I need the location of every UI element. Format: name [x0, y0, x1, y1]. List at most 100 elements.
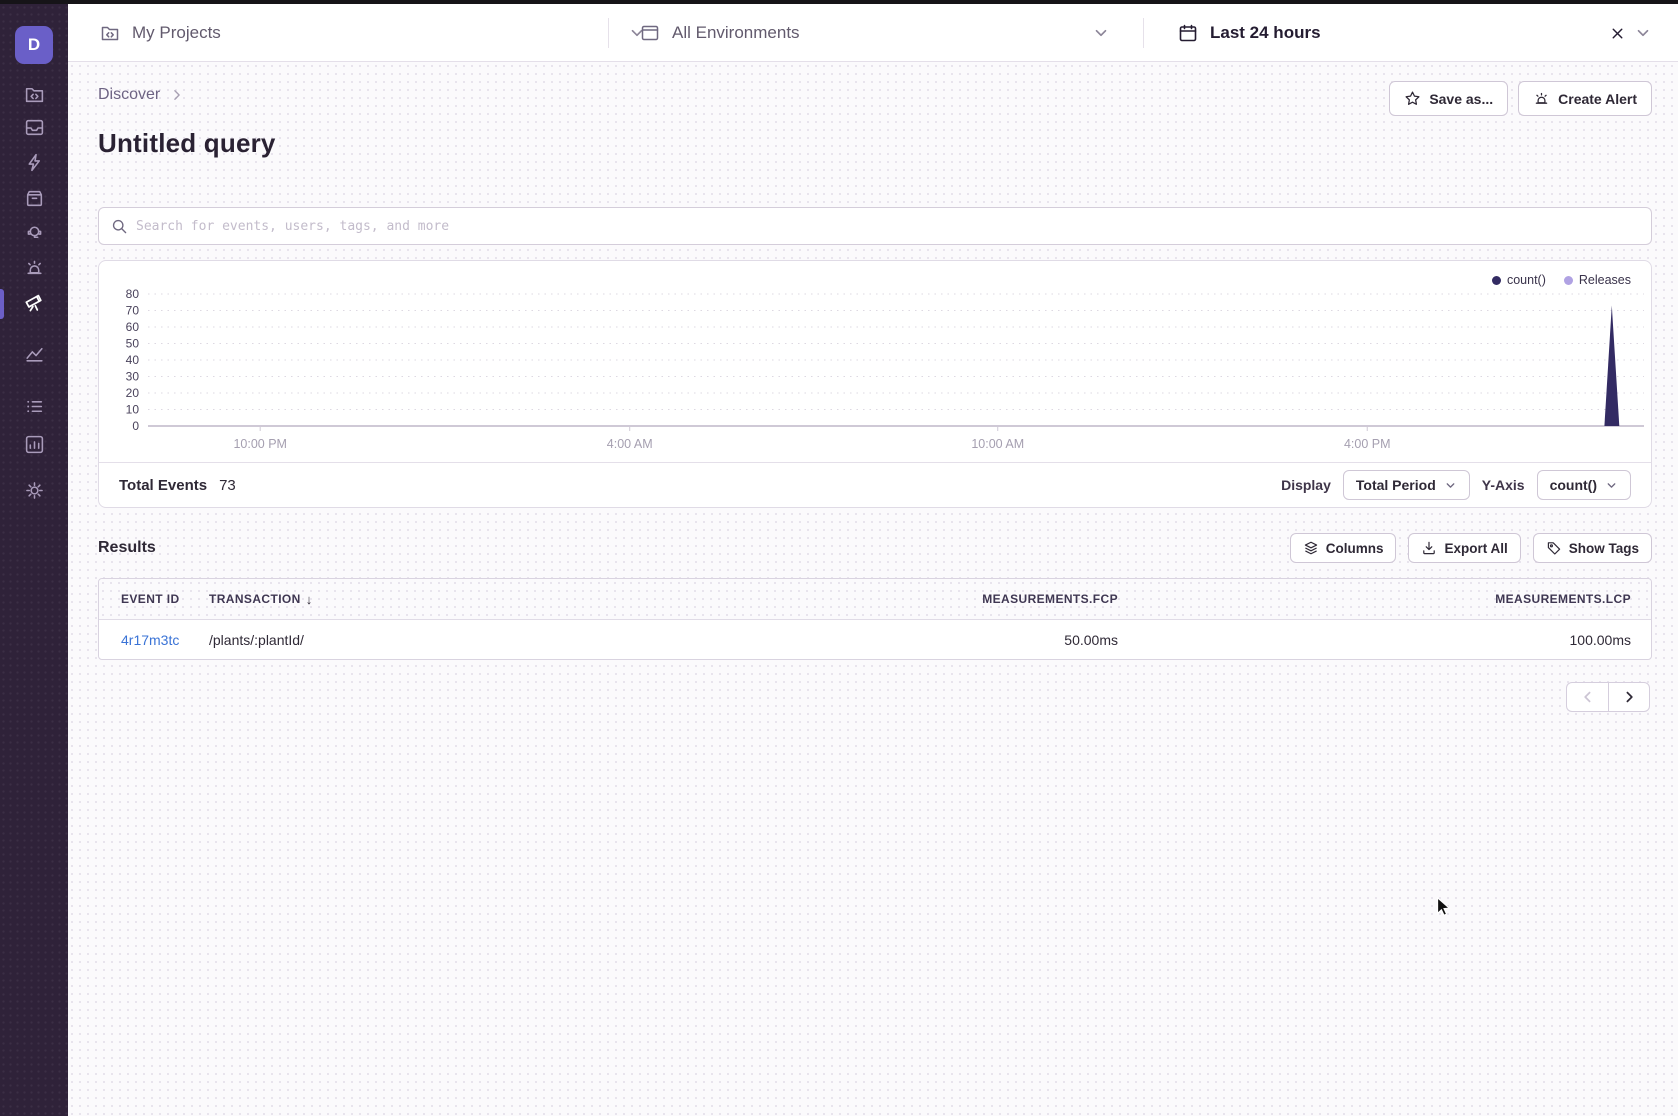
sidebar-item-discover[interactable] — [0, 287, 68, 321]
sidebar-item-settings[interactable] — [0, 476, 68, 510]
chevron-down-icon[interactable] — [1634, 24, 1652, 42]
environment-selector-label: All Environments — [672, 23, 800, 43]
search-input[interactable] — [136, 219, 1639, 234]
show-tags-button[interactable]: Show Tags — [1533, 533, 1652, 563]
fcp-cell: 50.00ms — [625, 620, 1138, 659]
sidebar: D — [0, 4, 68, 1116]
columns-button[interactable]: Columns — [1290, 533, 1397, 563]
event-id-cell: 4r17m3tc — [99, 620, 195, 659]
svg-text:70: 70 — [126, 304, 140, 318]
svg-text:0: 0 — [132, 419, 139, 433]
user-feedback-icon — [24, 222, 45, 248]
total-events-label: Total Events — [119, 477, 207, 494]
save-as-button[interactable]: Save as... — [1389, 81, 1508, 116]
environment-selector[interactable]: All Environments — [640, 4, 1110, 62]
projects-icon — [100, 23, 120, 43]
save-as-label: Save as... — [1429, 91, 1493, 107]
breadcrumb-discover-link[interactable]: Discover — [98, 86, 160, 104]
columns-label: Columns — [1326, 541, 1384, 556]
sidebar-item-performance[interactable] — [0, 148, 68, 182]
date-range-selector[interactable]: Last 24 hours — [1178, 4, 1652, 62]
chevron-down-icon — [1444, 479, 1457, 492]
project-selector-label: My Projects — [132, 23, 221, 43]
issues-icon — [24, 117, 45, 143]
column-header-transaction[interactable]: TRANSACTION↓ — [195, 579, 625, 619]
svg-text:10:00 AM: 10:00 AM — [971, 437, 1024, 451]
siren-icon — [24, 257, 45, 283]
package-icon — [24, 188, 45, 214]
breadcrumb: Discover — [98, 86, 184, 104]
active-indicator — [0, 289, 4, 319]
star-icon — [1404, 90, 1421, 107]
total-events-value: 73 — [219, 477, 236, 494]
create-alert-button[interactable]: Create Alert — [1518, 81, 1652, 116]
svg-text:50: 50 — [126, 337, 140, 351]
svg-text:80: 80 — [126, 287, 140, 301]
project-selector[interactable]: My Projects — [100, 4, 646, 62]
tag-icon — [1546, 540, 1562, 556]
column-header-measurements-fcp[interactable]: MEASUREMENTS.FCP — [625, 579, 1138, 619]
search-icon — [111, 218, 128, 235]
divider — [608, 18, 609, 48]
transaction-cell: /plants/:plantId/ — [195, 620, 625, 659]
sidebar-item-stats[interactable] — [0, 430, 68, 464]
header-actions: Save as... Create Alert — [1389, 81, 1652, 116]
display-label: Display — [1281, 477, 1331, 493]
pagination — [1566, 682, 1650, 712]
lcp-cell: 100.00ms — [1138, 620, 1651, 659]
table-row: 4r17m3tc /plants/:plantId/ 50.00ms 100.0… — [99, 620, 1651, 659]
display-select[interactable]: Total Period — [1343, 470, 1470, 500]
event-id-link[interactable]: 4r17m3tc — [121, 632, 179, 648]
svg-text:30: 30 — [126, 370, 140, 384]
column-header-measurements-lcp[interactable]: MEASUREMENTS.LCP — [1138, 579, 1651, 619]
gear-icon — [24, 480, 45, 506]
window-top-strip — [0, 0, 1678, 4]
download-icon — [1421, 540, 1437, 556]
yaxis-label: Y-Axis — [1482, 477, 1525, 493]
create-alert-label: Create Alert — [1558, 91, 1637, 107]
divider — [1143, 18, 1144, 48]
sidebar-item-queue[interactable] — [0, 392, 68, 426]
sidebar-item-projects[interactable] — [0, 80, 68, 114]
show-tags-label: Show Tags — [1569, 541, 1639, 556]
svg-text:60: 60 — [126, 320, 140, 334]
list-icon — [24, 396, 45, 422]
layers-icon — [1303, 540, 1319, 556]
org-avatar[interactable]: D — [15, 26, 53, 64]
chevron-right-icon — [170, 88, 184, 102]
page-title: Untitled query — [98, 128, 276, 159]
main-content: Discover Untitled query Save as... Creat… — [68, 62, 1678, 1116]
svg-text:20: 20 — [126, 386, 140, 400]
date-range-label: Last 24 hours — [1210, 23, 1321, 43]
telescope-icon — [23, 291, 45, 318]
sidebar-item-alerts[interactable] — [0, 253, 68, 287]
lightning-icon — [24, 152, 45, 178]
svg-text:4:00 PM: 4:00 PM — [1344, 437, 1391, 451]
events-chart: 0102030405060708010:00 PM4:00 AM10:00 AM… — [99, 261, 1651, 463]
sort-desc-icon: ↓ — [306, 592, 313, 607]
search-bar — [98, 207, 1652, 245]
yaxis-select[interactable]: count() — [1537, 470, 1631, 500]
sidebar-item-user-feedback[interactable] — [0, 218, 68, 252]
sidebar-item-dashboards[interactable] — [0, 340, 68, 374]
calendar-icon — [1178, 23, 1198, 43]
chart-footer: Total Events 73 Display Total Period Y-A… — [99, 462, 1651, 507]
svg-text:10:00 PM: 10:00 PM — [233, 437, 287, 451]
svg-text:10: 10 — [126, 403, 140, 417]
siren-icon — [1533, 90, 1550, 107]
window-icon — [640, 23, 660, 43]
events-chart-panel: count()Releases 0102030405060708010:00 P… — [98, 260, 1652, 508]
sidebar-item-issues[interactable] — [0, 113, 68, 147]
previous-page-button[interactable] — [1566, 682, 1608, 712]
chevron-down-icon — [1092, 24, 1110, 42]
export-all-button[interactable]: Export All — [1408, 533, 1520, 563]
top-bar: My Projects All Environments Last 24 hou… — [68, 4, 1678, 62]
projects-icon — [24, 84, 45, 110]
results-table: EVENT ID TRANSACTION↓ MEASUREMENTS.FCP M… — [98, 578, 1652, 660]
sidebar-item-releases[interactable] — [0, 184, 68, 218]
column-header-event-id[interactable]: EVENT ID — [99, 579, 195, 619]
svg-text:40: 40 — [126, 353, 140, 367]
next-page-button[interactable] — [1608, 682, 1650, 712]
results-header: Results Columns Export All Show Tags — [98, 533, 1652, 563]
clear-date-icon[interactable] — [1609, 25, 1626, 42]
